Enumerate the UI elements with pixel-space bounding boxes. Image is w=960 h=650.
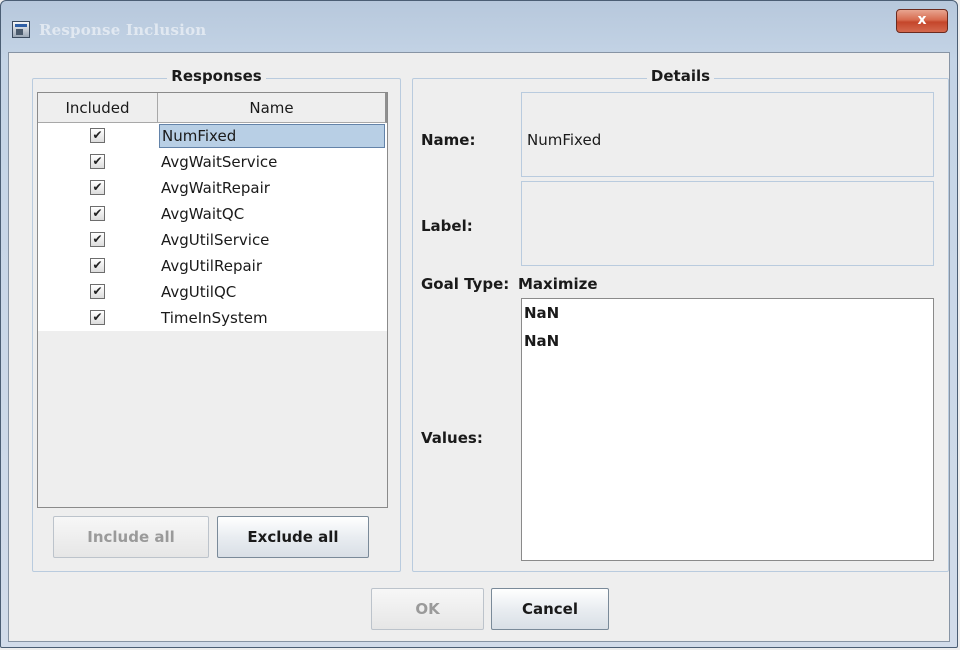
table-row[interactable]: ✔ AvgUtilRepair xyxy=(38,253,387,279)
responses-group-title-wrap: Responses xyxy=(32,67,401,85)
values-label: Values: xyxy=(421,429,483,447)
name-value: NumFixed xyxy=(527,131,602,149)
goal-type-label: Goal Type: xyxy=(421,275,510,293)
table-row[interactable]: ✔ AvgUtilService xyxy=(38,227,387,253)
name-cell[interactable]: AvgWaitQC xyxy=(159,202,385,226)
table-row[interactable]: ✔ AvgWaitRepair xyxy=(38,175,387,201)
included-cell: ✔ xyxy=(38,279,158,305)
column-header-included[interactable]: Included xyxy=(38,93,158,123)
goal-type-value: Maximize xyxy=(518,275,598,293)
app-icon xyxy=(12,21,30,38)
name-cell[interactable]: AvgWaitService xyxy=(159,150,385,174)
responses-table[interactable]: Included Name ✔ NumFixed ✔ AvgWaitService ✔ A… xyxy=(37,92,388,508)
name-cell[interactable]: TimeInSystem xyxy=(159,306,385,330)
table-row[interactable]: ✔ AvgWaitService xyxy=(38,149,387,175)
column-header-name[interactable]: Name xyxy=(158,93,387,123)
name-cell[interactable]: AvgWaitRepair xyxy=(159,176,385,200)
exclude-all-button[interactable]: Exclude all xyxy=(217,516,369,558)
included-checkbox[interactable]: ✔ xyxy=(90,258,105,273)
included-cell: ✔ xyxy=(38,253,158,279)
close-button[interactable]: x xyxy=(896,9,948,33)
included-checkbox[interactable]: ✔ xyxy=(90,206,105,221)
responses-group-title: Responses xyxy=(167,67,266,85)
window-title: Response Inclusion xyxy=(39,21,207,39)
title-bar[interactable]: Response Inclusion x xyxy=(1,1,957,45)
included-cell: ✔ xyxy=(38,123,158,149)
name-cell[interactable]: AvgUtilService xyxy=(159,228,385,252)
dialog-window: Response Inclusion x Responses Details I… xyxy=(0,0,958,648)
included-checkbox[interactable]: ✔ xyxy=(90,154,105,169)
included-checkbox[interactable]: ✔ xyxy=(90,310,105,325)
table-body: ✔ NumFixed ✔ AvgWaitService ✔ AvgWaitRepair ✔ A… xyxy=(38,123,387,331)
ok-button[interactable]: OK xyxy=(371,588,484,630)
included-cell: ✔ xyxy=(38,305,158,331)
name-cell[interactable]: AvgUtilRepair xyxy=(159,254,385,278)
include-all-button[interactable]: Include all xyxy=(53,516,209,558)
name-cell[interactable]: NumFixed xyxy=(159,124,385,148)
included-checkbox[interactable]: ✔ xyxy=(90,180,105,195)
value-item: NaN xyxy=(524,304,560,322)
close-icon: x xyxy=(917,12,927,28)
value-item: NaN xyxy=(524,332,560,350)
included-cell: ✔ xyxy=(38,175,158,201)
table-header: Included Name xyxy=(38,93,387,123)
name-cell[interactable]: AvgUtilQC xyxy=(159,280,385,304)
details-group-title: Details xyxy=(646,67,715,85)
included-checkbox[interactable]: ✔ xyxy=(90,128,105,143)
table-row[interactable]: ✔ AvgUtilQC xyxy=(38,279,387,305)
cancel-button[interactable]: Cancel xyxy=(491,588,609,630)
included-checkbox[interactable]: ✔ xyxy=(90,284,105,299)
included-checkbox[interactable]: ✔ xyxy=(90,232,105,247)
included-cell: ✔ xyxy=(38,227,158,253)
table-row[interactable]: ✔ AvgWaitQC xyxy=(38,201,387,227)
included-cell: ✔ xyxy=(38,201,158,227)
table-row[interactable]: ✔ NumFixed xyxy=(38,123,387,149)
included-cell: ✔ xyxy=(38,149,158,175)
table-row[interactable]: ✔ TimeInSystem xyxy=(38,305,387,331)
name-field: NumFixed xyxy=(521,92,934,177)
name-label: Name: xyxy=(421,131,476,149)
details-group-title-wrap: Details xyxy=(412,67,949,85)
label-label: Label: xyxy=(421,217,473,235)
values-list[interactable]: NaN NaN xyxy=(521,298,934,561)
label-field[interactable] xyxy=(521,181,934,266)
